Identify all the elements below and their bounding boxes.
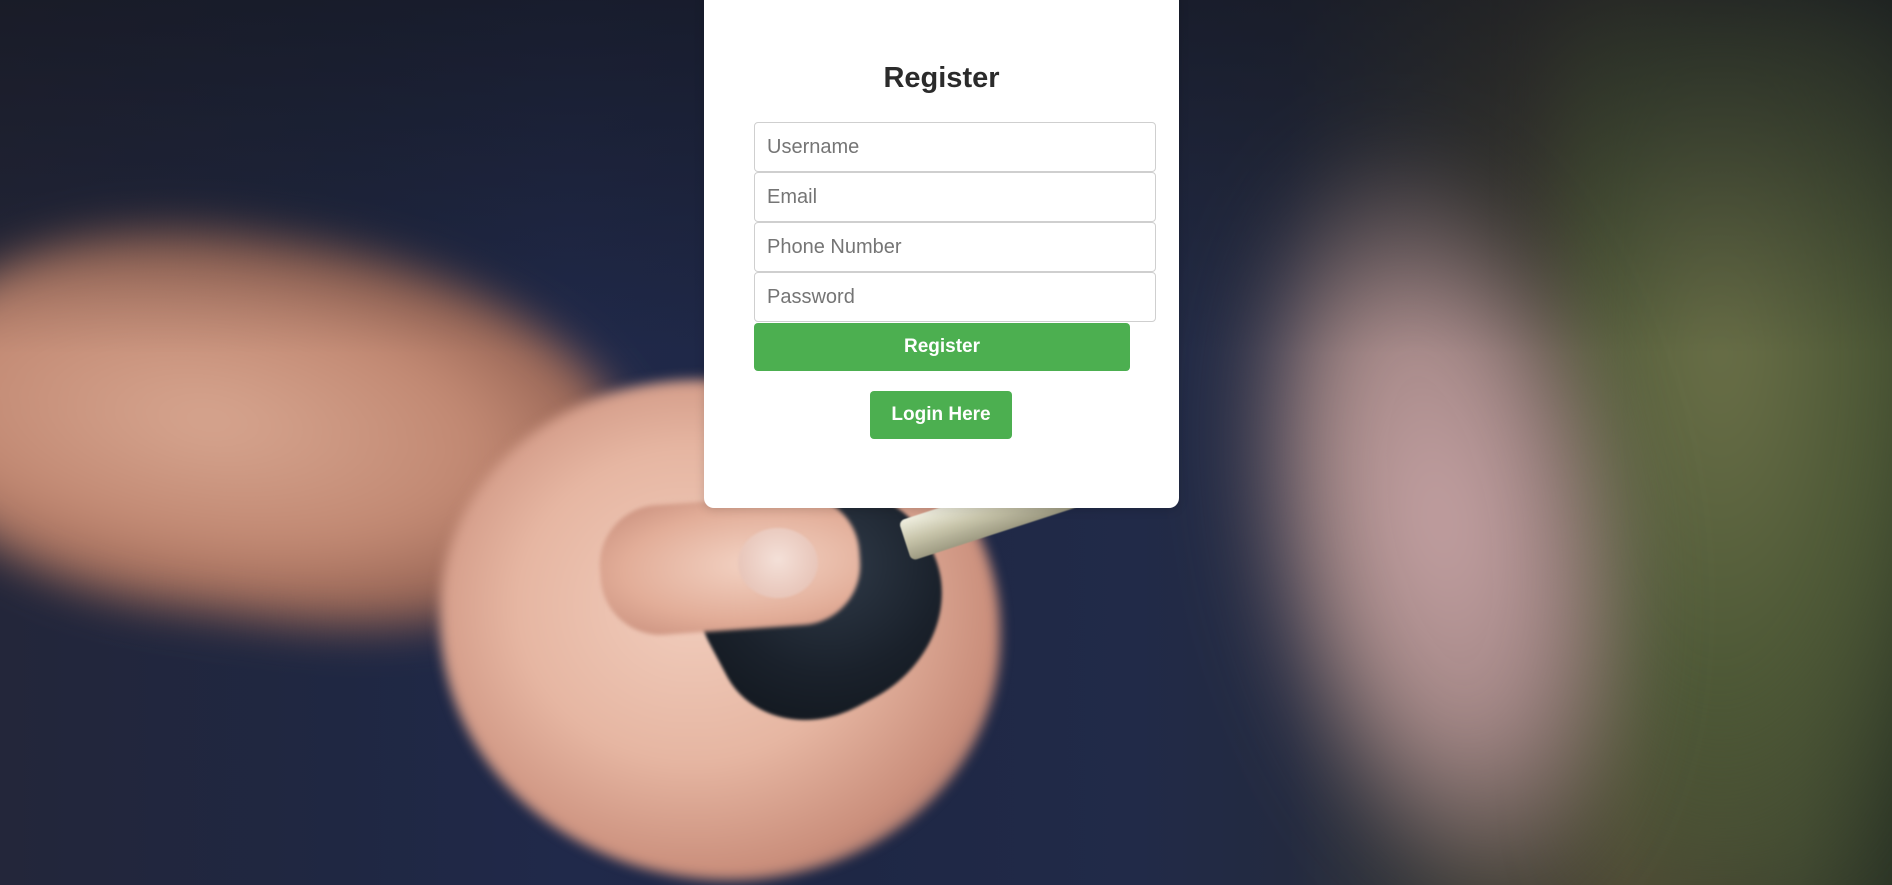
register-card: Register Register Login Here [704, 0, 1179, 508]
phone-number-input[interactable] [754, 222, 1156, 272]
register-title: Register [883, 62, 1000, 94]
username-input[interactable] [754, 122, 1156, 172]
email-input[interactable] [754, 172, 1156, 222]
register-button[interactable]: Register [754, 323, 1130, 371]
password-input[interactable] [754, 272, 1156, 322]
login-here-button[interactable]: Login Here [870, 391, 1012, 439]
